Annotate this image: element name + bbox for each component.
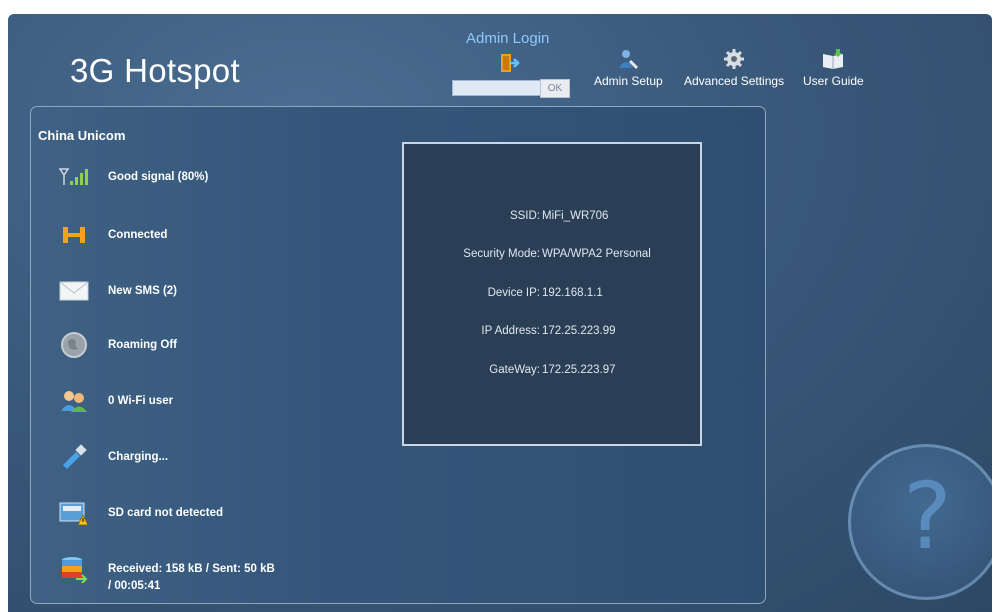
connection-text: Connected: [108, 229, 168, 241]
security-label: Security Mode:: [463, 248, 540, 260]
roaming-text: Roaming Off: [108, 339, 177, 351]
wifi-users-text: 0 Wi-Fi user: [108, 395, 174, 407]
ip-address-value: 172.25.223.99: [542, 325, 616, 337]
ip-address-label: IP Address:: [481, 325, 540, 337]
sms-status[interactable]: New SMS (2): [58, 276, 177, 306]
gateway-label: GateWay:: [489, 364, 540, 376]
ssid-value: MiFi_WR706: [542, 210, 609, 222]
envelope-icon: [59, 281, 89, 301]
traffic-duration: / 00:05:41: [108, 580, 161, 592]
ok-button[interactable]: OK: [540, 79, 570, 98]
database-transfer-icon: [62, 557, 88, 583]
users-icon: [61, 391, 87, 412]
security-value: WPA/WPA2 Personal: [542, 248, 651, 260]
advanced-settings-link[interactable]: Advanced Settings: [684, 48, 784, 90]
sd-card-warning-icon: [59, 502, 89, 526]
signal-bars-icon: [59, 168, 88, 185]
door-login-icon[interactable]: [498, 52, 520, 74]
battery-text: Charging...: [108, 451, 169, 463]
gateway-value: 172.25.223.97: [542, 364, 616, 376]
admin-login-label: Admin Login: [466, 30, 550, 47]
device-ip-label: Device IP:: [487, 287, 540, 299]
sms-text[interactable]: New SMS (2): [108, 285, 177, 297]
connection-h-icon: [63, 227, 85, 243]
connection-status: Connected: [58, 220, 167, 250]
network-info-box: SSID: MiFi_WR706 Security Mode: WPA/WPA2…: [402, 142, 702, 446]
app-frame: 3G Hotspot Admin Login OK Admin Setup Ad…: [8, 14, 992, 612]
app-title: 3G Hotspot: [70, 52, 240, 89]
traffic-status: Received: 158 kB / Sent: 50 kB / 00:05:4…: [58, 554, 275, 592]
wifi-users-status: 0 Wi-Fi user: [58, 386, 173, 416]
carrier-name: China Unicom: [38, 128, 126, 143]
ssid-label: SSID:: [509, 210, 540, 222]
help-button[interactable]: ?: [848, 444, 992, 600]
device-ip-value: 192.168.1.1: [542, 287, 603, 299]
question-mark-icon: ?: [903, 463, 952, 570]
admin-user-icon: [619, 50, 639, 70]
signal-status: Good signal (80%): [58, 162, 208, 192]
battery-status: Charging...: [58, 442, 168, 472]
user-guide-link[interactable]: User Guide: [803, 48, 864, 90]
roaming-status: Roaming Off: [58, 330, 177, 360]
traffic-text: Received: 158 kB / Sent: 50 kB: [108, 563, 275, 575]
gear-icon: [724, 49, 745, 69]
book-icon: [823, 49, 844, 69]
admin-setup-link[interactable]: Admin Setup: [594, 48, 663, 90]
sd-card-text: SD card not detected: [108, 507, 224, 519]
globe-icon: [61, 332, 87, 358]
signal-text: Good signal (80%): [108, 171, 209, 183]
advanced-settings-label: Advanced Settings: [684, 74, 785, 88]
admin-setup-label: Admin Setup: [594, 74, 663, 88]
admin-password-input[interactable]: [452, 80, 552, 96]
user-guide-label: User Guide: [803, 74, 864, 88]
sd-card-status: SD card not detected: [58, 498, 223, 528]
usb-charging-icon: [63, 444, 87, 469]
